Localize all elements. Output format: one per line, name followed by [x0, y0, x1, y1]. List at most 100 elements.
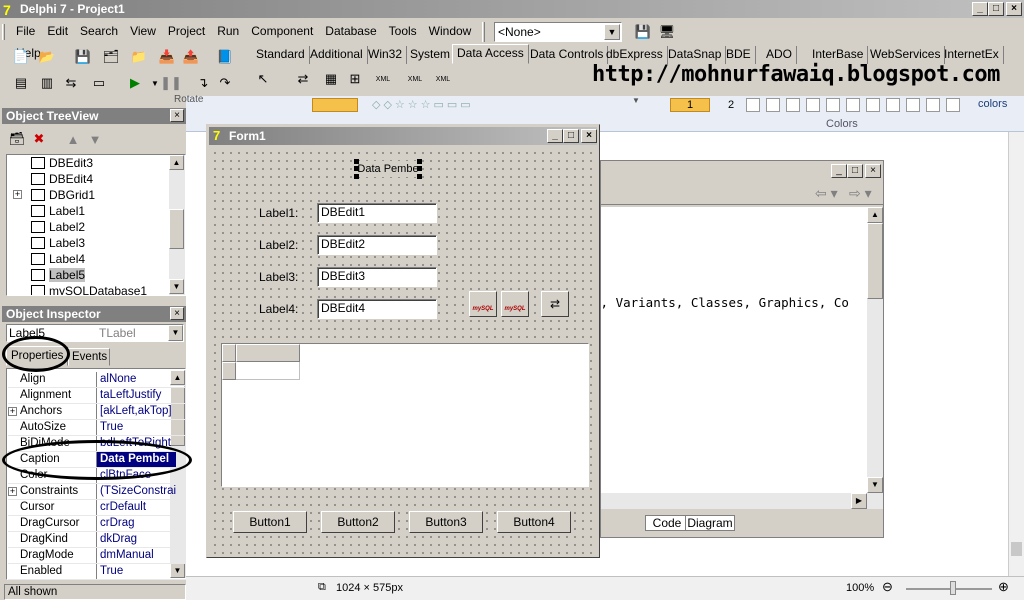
color-swatch[interactable]: [786, 98, 800, 112]
scroll-up-icon[interactable]: ▲: [867, 207, 883, 223]
step-over-icon[interactable]: ↷: [214, 72, 236, 94]
label3[interactable]: Label3:: [259, 270, 299, 284]
form-maximize-button[interactable]: □: [563, 129, 579, 143]
property-row[interactable]: + Anchors [akLeft,akTop]: [8, 404, 186, 420]
tab-properties[interactable]: Properties: [6, 346, 68, 366]
color-swatch[interactable]: [806, 98, 820, 112]
menu-window[interactable]: Window: [423, 20, 478, 42]
pointer-arrow-icon[interactable]: ↖: [252, 68, 274, 90]
dbedit2[interactable]: DBEdit2: [317, 235, 437, 255]
property-row[interactable]: Color clBtnFace: [8, 468, 186, 484]
tree-item[interactable]: Label5: [7, 267, 171, 283]
new-items-icon[interactable]: 📄: [10, 46, 32, 68]
open-project-icon[interactable]: 📁: [128, 46, 150, 68]
palette-tab-additional[interactable]: Additional: [306, 46, 368, 64]
toggle-form-unit-icon[interactable]: ⇆: [60, 72, 82, 94]
selection-handle[interactable]: [417, 174, 422, 179]
palette-tab-win32[interactable]: Win32: [364, 46, 408, 64]
property-value[interactable]: True: [96, 564, 176, 579]
dbedit3[interactable]: DBEdit3: [317, 267, 437, 287]
help-icon[interactable]: 📘: [214, 46, 236, 68]
property-row[interactable]: Enabled True: [8, 564, 186, 580]
button2[interactable]: Button2: [321, 511, 395, 533]
grid-cell[interactable]: [236, 362, 300, 380]
editor-minimize-button[interactable]: _: [831, 164, 847, 178]
view-form-icon[interactable]: ▥: [36, 72, 58, 94]
menu-database[interactable]: Database: [319, 20, 382, 42]
color-swatch[interactable]: [906, 98, 920, 112]
property-value[interactable]: Data Pembel: [96, 452, 176, 467]
palette-tab-system[interactable]: System: [406, 46, 456, 64]
menu-tools[interactable]: Tools: [383, 20, 423, 42]
expand-icon[interactable]: +: [8, 407, 17, 416]
property-value[interactable]: (TSizeConstraint: [96, 484, 176, 499]
color-swatch[interactable]: [946, 98, 960, 112]
editor-code-area[interactable]: s, Variants, Classes, Graphics, Co: [593, 207, 867, 493]
xml-transform-provider-icon[interactable]: XML: [404, 68, 426, 90]
tab-events[interactable]: Events: [68, 348, 110, 366]
tab-code[interactable]: Code: [645, 515, 689, 531]
label5-heading[interactable]: Data Pembe: [357, 161, 419, 177]
tree-item[interactable]: Label2: [7, 219, 171, 235]
trace-into-icon[interactable]: ↴: [192, 72, 214, 94]
move-up-icon[interactable]: ▲: [62, 128, 84, 150]
color-swatch[interactable]: [886, 98, 900, 112]
palette-tab-data-access[interactable]: Data Access: [452, 44, 529, 64]
property-row[interactable]: Alignment taLeftJustify: [8, 388, 186, 404]
chevron-down-icon[interactable]: ▼: [168, 325, 183, 341]
highlight-tool[interactable]: [312, 98, 358, 112]
desktop-combo[interactable]: <None> ▼: [494, 22, 622, 42]
treeview-scroll-thumb[interactable]: [169, 209, 184, 249]
property-row[interactable]: Align alNone: [8, 372, 186, 388]
property-row[interactable]: +Constraints (TSizeConstraint: [8, 484, 186, 500]
property-value[interactable]: bdLeftToRight: [96, 436, 176, 451]
menu-edit[interactable]: Edit: [41, 20, 74, 42]
property-value[interactable]: [akLeft,akTop]: [96, 404, 176, 419]
color-swatch[interactable]: [826, 98, 840, 112]
property-row[interactable]: BiDiMode bdLeftToRight: [8, 436, 186, 452]
scroll-right-icon[interactable]: ▶: [851, 493, 867, 509]
color-swatch[interactable]: [926, 98, 940, 112]
property-value[interactable]: clBtnFace: [96, 468, 176, 483]
background-scrollbar[interactable]: [1008, 132, 1024, 576]
maximize-button[interactable]: □: [988, 2, 1004, 16]
expand-icon[interactable]: +: [8, 487, 17, 496]
treeview-close-icon[interactable]: ×: [170, 109, 184, 122]
datasource-component-icon[interactable]: ⇄: [541, 291, 569, 317]
menu-component[interactable]: Component: [245, 20, 319, 42]
scroll-down-icon[interactable]: ▼: [169, 279, 184, 294]
form1-client-area[interactable]: Data Pembe Label1: Label2: Label3: Label…: [209, 147, 597, 555]
open-icon[interactable]: 📂: [36, 46, 58, 68]
shapes-dropdown-icon[interactable]: ▼: [632, 96, 640, 105]
tree-item[interactable]: Label1: [7, 203, 171, 219]
color-1-swatch[interactable]: 1: [670, 98, 710, 112]
selection-handle[interactable]: [354, 174, 359, 179]
new-item-icon[interactable]: 🗃: [6, 128, 28, 150]
close-button[interactable]: ×: [1006, 2, 1022, 16]
tree-item[interactable]: + DBGrid1: [7, 187, 171, 203]
selection-handle[interactable]: [417, 166, 422, 171]
editor-scroll-thumb[interactable]: [867, 223, 883, 299]
datasource-icon[interactable]: ⇄: [292, 68, 314, 90]
mysql-query-icon[interactable]: mySQL: [501, 291, 529, 317]
selection-handle[interactable]: [354, 166, 359, 171]
mysql-database-icon[interactable]: mySQL: [469, 291, 497, 317]
inspector-close-icon[interactable]: ×: [170, 307, 184, 320]
button1[interactable]: Button1: [233, 511, 307, 533]
chevron-down-icon[interactable]: ▼: [604, 24, 620, 40]
tree-item[interactable]: DBEdit4: [7, 171, 171, 187]
menu-search[interactable]: Search: [74, 20, 124, 42]
editor-close-button[interactable]: ×: [865, 164, 881, 178]
new-form-icon[interactable]: ▭: [88, 72, 110, 94]
property-value[interactable]: True: [96, 420, 176, 435]
property-value[interactable]: dmManual: [96, 548, 176, 563]
dbgrid1[interactable]: [221, 343, 589, 487]
scroll-up-icon[interactable]: ▲: [169, 155, 184, 170]
color-swatch[interactable]: [846, 98, 860, 112]
tab-diagram[interactable]: Diagram: [685, 515, 735, 531]
property-row[interactable]: DragMode dmManual: [8, 548, 186, 564]
editor-vertical-scrollbar[interactable]: ▲ ▼: [867, 207, 883, 493]
treeview-scrollbar[interactable]: ▲ ▼: [169, 155, 185, 295]
scroll-down-icon[interactable]: ▼: [867, 477, 883, 493]
zoom-slider-thumb[interactable]: [950, 581, 956, 595]
